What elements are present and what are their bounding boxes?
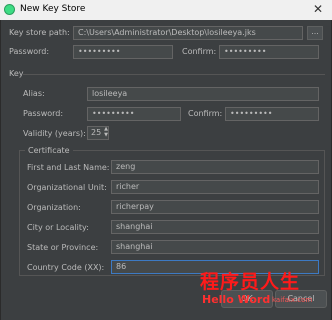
first-last-name-label: First and Last Name: (27, 163, 110, 172)
key-confirm-field[interactable]: ••••••••• (225, 107, 319, 121)
organization-field[interactable]: richerpay (111, 200, 319, 214)
keystore-password-label: Password: (9, 47, 50, 56)
key-store-path-label: Key store path: (9, 28, 70, 37)
watermark-hello-word-text: Hello Word (202, 293, 271, 306)
key-section-label: Key (9, 69, 24, 78)
keystore-confirm-label: Confirm: (182, 47, 217, 56)
state-province-field[interactable]: shanghai (111, 240, 319, 254)
organizational-unit-label: Organizational Unit: (27, 183, 107, 192)
browse-button[interactable]: ... (307, 26, 323, 40)
key-password-field[interactable]: ••••••••• (87, 107, 181, 121)
certificate-section-label: Certificate (25, 146, 73, 155)
alias-label: Alias: (23, 89, 45, 98)
organization-label: Organization: (27, 203, 81, 212)
key-section-divider (23, 74, 325, 75)
first-last-name-field[interactable]: zeng (111, 160, 319, 174)
window-title: New Key Store (20, 4, 86, 14)
watermark-site-text: kaifaix.com (272, 296, 313, 304)
organizational-unit-field[interactable]: richer (111, 180, 319, 194)
validity-label: Validity (years): (23, 129, 86, 138)
android-studio-icon (4, 4, 15, 15)
state-province-label: State or Province: (27, 243, 99, 252)
key-password-label: Password: (23, 109, 64, 118)
key-store-path-field[interactable]: C:\Users\Administrator\Desktop\losileeya… (73, 26, 303, 40)
keystore-confirm-field[interactable]: ••••••••• (219, 45, 319, 59)
key-confirm-label: Confirm: (188, 109, 223, 118)
watermark-chinese-text: 程序员人生 (200, 271, 301, 293)
keystore-password-field[interactable]: ••••••••• (73, 45, 173, 59)
city-locality-label: City or Locality: (27, 223, 89, 232)
title-bar: New Key Store ✕ (0, 0, 332, 20)
city-locality-field[interactable]: shanghai (111, 220, 319, 234)
alias-field[interactable]: losileeya (87, 87, 319, 101)
spinner-arrows-icon[interactable]: ▲ ▼ (102, 126, 110, 140)
close-icon[interactable]: ✕ (304, 0, 332, 20)
country-code-label: Country Code (XX): (27, 263, 105, 272)
